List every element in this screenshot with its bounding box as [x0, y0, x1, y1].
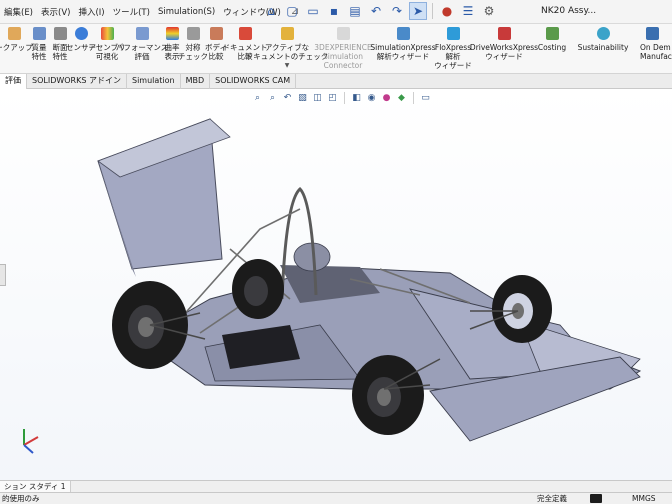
- options-gear-icon[interactable]: ⚙: [480, 2, 498, 20]
- document-compare-button[interactable]: ドキュメント 比較: [223, 24, 268, 74]
- simulationxpress-icon: [396, 27, 410, 40]
- menu-insert[interactable]: 挿入(I): [74, 6, 108, 18]
- home-icon[interactable]: ⌂: [262, 2, 280, 20]
- document-title: NK20 Assy...: [541, 6, 597, 16]
- status-message: 的使用のみ: [2, 494, 40, 503]
- menu-tools[interactable]: ツール(T): [109, 6, 154, 18]
- costing-icon: [545, 27, 559, 40]
- unit-system[interactable]: MMGS: [632, 493, 656, 504]
- new-document-icon[interactable]: ▢: [283, 2, 301, 20]
- motion-study-tabs: ション スタディ 1: [0, 480, 672, 492]
- connector-icon: [336, 27, 350, 40]
- tab-mbd[interactable]: MBD: [181, 74, 211, 89]
- open-folder-icon[interactable]: ▭: [304, 2, 322, 20]
- tab-solidworks-addins[interactable]: SOLIDWORKS アドイン: [27, 74, 127, 89]
- curvature-button[interactable]: 曲率 表示: [162, 24, 182, 74]
- save-icon[interactable]: ▪: [325, 2, 343, 20]
- tab-evaluate[interactable]: 評価: [0, 74, 27, 89]
- traffic-light-icon[interactable]: ●: [438, 2, 456, 20]
- symmetry-icon: [186, 27, 200, 40]
- active-document-check-button[interactable]: アクティブな ドキュメントのチェック ▼: [246, 24, 328, 74]
- redo-icon[interactable]: ↷: [388, 2, 406, 20]
- menu-simulation[interactable]: Simulation(S): [154, 7, 219, 17]
- scale-icon: [32, 27, 46, 40]
- floxpress-icon: [446, 27, 460, 40]
- rear-right-wheel: [232, 259, 284, 319]
- driveworksxpress-button[interactable]: DriveWorksXpress ウィザード: [470, 24, 538, 74]
- quick-access-toolbar: ⌂ ▢ ▭ ▪ ▤ ↶ ↷ ➤ ● ☰ ⚙: [262, 2, 498, 20]
- print-icon[interactable]: ▤: [346, 2, 364, 20]
- curvature-icon: [165, 27, 179, 40]
- sustainability-icon: [596, 27, 610, 40]
- status-bar: 的使用のみ 完全定義 MMGS: [0, 492, 672, 504]
- formula-car-model[interactable]: [0, 89, 672, 480]
- 3dexperience-connector-button: 3DEXPERIENCE Simulation Connector: [314, 24, 372, 74]
- file-properties-icon[interactable]: ☰: [459, 2, 477, 20]
- driveworksxpress-icon: [497, 27, 511, 40]
- performance-icon: [135, 27, 149, 40]
- symmetry-check-button[interactable]: 対称 チェック: [178, 24, 208, 74]
- tab-solidworks-cam[interactable]: SOLIDWORKS CAM: [210, 74, 297, 89]
- menu-view[interactable]: 表示(V): [37, 6, 74, 18]
- command-manager-ribbon: ークアップ 質量 特性 断面 特性 センサー アセンブリ 可視化 パフォーマンス…: [0, 24, 672, 74]
- solidworks-window: 編集(E) 表示(V) 挿入(I) ツール(T) Simulation(S) ウ…: [0, 0, 672, 504]
- section-icon: [53, 27, 67, 40]
- select-pointer-icon[interactable]: ➤: [409, 2, 427, 20]
- tab-motion-study-1[interactable]: ション スタディ 1: [0, 481, 71, 492]
- toolbar-divider: [432, 3, 433, 19]
- markup-icon: [7, 27, 21, 40]
- front-left-wheel: [352, 355, 424, 435]
- assembly-visualization-icon: [100, 27, 114, 40]
- definition-status: 完全定義: [537, 494, 567, 503]
- coordinate-triad: [23, 429, 39, 454]
- mass-properties-button[interactable]: 質量 特性: [28, 24, 50, 74]
- performance-evaluation-button[interactable]: パフォーマンス 評価: [116, 24, 168, 74]
- menu-bar: 編集(E) 表示(V) 挿入(I) ツール(T) Simulation(S) ウ…: [0, 0, 672, 24]
- document-check-icon: [280, 27, 294, 40]
- on-demand-manufacturing-button[interactable]: On Dem Manufact: [640, 24, 672, 74]
- body-compare-icon: [209, 27, 223, 40]
- graphics-area[interactable]: ⌕ ⌕ ↶ ▧ ◫ ◰ ◧ ◉ ● ◆ ▭: [0, 89, 672, 480]
- front-right-wheel: [492, 275, 552, 343]
- document-compare-icon: [238, 27, 252, 40]
- rebuild-status-icon[interactable]: [590, 494, 602, 503]
- chevron-down-icon[interactable]: ▼: [285, 61, 290, 70]
- floxpress-button[interactable]: FloXpress 解析 ウィザード: [434, 24, 472, 74]
- manufacturing-icon: [646, 27, 659, 40]
- tab-simulation[interactable]: Simulation: [127, 74, 181, 89]
- undo-icon[interactable]: ↶: [367, 2, 385, 20]
- costing-button[interactable]: Costing: [536, 24, 568, 74]
- sensor-icon: [74, 27, 88, 40]
- command-manager-tabs: 評価 SOLIDWORKS アドイン Simulation MBD SOLIDW…: [0, 74, 672, 89]
- simulationxpress-button[interactable]: SimulationXpress 解析ウィザード: [370, 24, 436, 74]
- menu-edit[interactable]: 編集(E): [0, 6, 37, 18]
- markup-button[interactable]: ークアップ: [0, 24, 33, 74]
- sustainability-button[interactable]: Sustainability: [578, 24, 628, 74]
